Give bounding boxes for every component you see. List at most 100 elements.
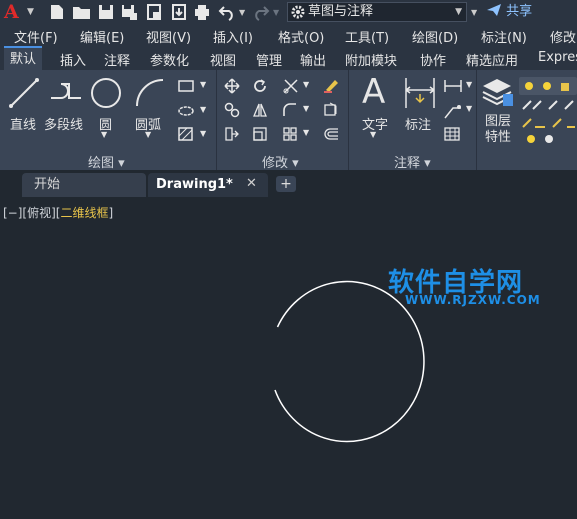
table-icon[interactable] — [443, 126, 461, 142]
tab-collaborate[interactable]: 协作 — [420, 50, 446, 69]
arc-entity — [274, 280, 425, 443]
share-label: 共享 — [506, 4, 533, 19]
tab-default[interactable]: 默认 — [4, 46, 43, 70]
tab-drawing1-label: Drawing1* — [156, 177, 233, 192]
tab-manage[interactable]: 管理 — [256, 50, 282, 69]
array-dropdown-icon[interactable]: ▼ — [303, 128, 309, 137]
draw-panel-title[interactable]: 绘图 ▾ — [88, 152, 125, 171]
plot-icon[interactable] — [193, 3, 211, 21]
layer-properties-icon[interactable] — [481, 76, 515, 108]
trim-dropdown-icon[interactable]: ▼ — [303, 80, 309, 89]
save-icon[interactable] — [97, 3, 115, 21]
polyline-label[interactable]: 多段线 — [44, 114, 83, 133]
rectangle-dropdown-icon[interactable]: ▼ — [200, 80, 206, 89]
tab-view[interactable]: 视图 — [210, 50, 236, 69]
arc-dropdown-icon[interactable]: ▼ — [145, 130, 151, 139]
send-icon — [487, 4, 501, 16]
linear-dimension-icon[interactable] — [443, 78, 463, 94]
menu-tools[interactable]: 工具(T) — [345, 27, 389, 46]
web-open-icon[interactable] — [145, 3, 163, 21]
erase-icon[interactable] — [322, 76, 340, 94]
stretch-icon[interactable] — [224, 126, 240, 142]
undo-icon[interactable] — [218, 3, 236, 21]
arc-icon[interactable] — [133, 76, 167, 110]
linear-dimension-dropdown-icon[interactable]: ▼ — [466, 80, 472, 89]
close-icon[interactable]: ✕ — [246, 176, 257, 191]
menu-view[interactable]: 视图(V) — [146, 27, 191, 46]
circle-dropdown-icon[interactable]: ▼ — [101, 130, 107, 139]
visual-style-label[interactable]: 二维线框 — [60, 206, 108, 220]
panel-divider — [216, 70, 217, 170]
menu-file[interactable]: 文件(F) — [14, 27, 58, 46]
layer-tools-icon[interactable] — [519, 75, 577, 147]
menu-bar: 文件(F) 编辑(E) 视图(V) 插入(I) 格式(O) 工具(T) 绘图(D… — [0, 24, 577, 46]
open-file-icon[interactable] — [72, 3, 92, 21]
hatch-icon[interactable] — [177, 126, 195, 142]
text-icon[interactable]: A — [362, 72, 385, 112]
tab-start[interactable]: 开始 — [22, 173, 146, 197]
menu-format[interactable]: 格式(O) — [278, 27, 324, 46]
ellipse-icon[interactable] — [177, 103, 195, 119]
ellipse-dropdown-icon[interactable]: ▼ — [200, 105, 206, 114]
tab-annotate[interactable]: 注释 — [104, 50, 130, 69]
new-tab-button[interactable]: + — [276, 176, 296, 192]
line-label[interactable]: 直线 — [10, 114, 36, 133]
ribbon-tabs: 默认 插入 注释 参数化 视图 管理 输出 附加模块 协作 精选应用 Expre… — [0, 46, 577, 70]
app-logo[interactable]: A — [4, 1, 26, 23]
web-save-icon[interactable] — [170, 3, 188, 21]
circle-icon[interactable] — [89, 76, 123, 110]
quick-access-toolbar: A ▼ ▼ ▼ 草图与注释 ▼ ▼ 共享 — [0, 0, 577, 24]
move-icon[interactable] — [224, 78, 240, 94]
tab-output[interactable]: 输出 — [300, 50, 326, 69]
watermark-url: WWW.RJZXW.COM — [405, 293, 541, 307]
menu-insert[interactable]: 插入(I) — [213, 27, 253, 46]
tab-featured-apps[interactable]: 精选应用 — [466, 50, 518, 69]
share-button[interactable]: 共享 — [486, 2, 532, 22]
fillet-dropdown-icon[interactable]: ▼ — [303, 104, 309, 113]
hatch-dropdown-icon[interactable]: ▼ — [200, 129, 206, 138]
copy-icon[interactable] — [224, 102, 240, 118]
fillet-icon[interactable] — [282, 102, 298, 118]
layer-properties-label[interactable]: 图层特性 — [485, 114, 515, 146]
modify-panel-title[interactable]: 修改 ▾ — [262, 152, 299, 171]
leader-icon[interactable] — [443, 102, 463, 120]
polyline-icon[interactable] — [48, 80, 84, 106]
text-dropdown-icon[interactable]: ▼ — [370, 130, 376, 139]
tab-insert[interactable]: 插入 — [60, 50, 86, 69]
mirror-icon[interactable] — [252, 102, 268, 118]
rectangle-icon[interactable] — [177, 78, 195, 94]
rotate-icon[interactable] — [252, 78, 268, 94]
annotation-panel-title[interactable]: 注释 ▾ — [394, 152, 431, 171]
save-as-icon[interactable] — [120, 3, 138, 21]
app-menu-arrow-icon[interactable]: ▼ — [27, 7, 34, 25]
scale-icon[interactable] — [252, 126, 268, 142]
new-file-icon[interactable] — [48, 3, 66, 21]
drawing-canvas[interactable] — [0, 197, 577, 519]
menu-edit[interactable]: 编辑(E) — [80, 27, 124, 46]
offset-icon[interactable] — [322, 126, 340, 142]
tab-addins[interactable]: 附加模块 — [345, 50, 397, 69]
dimension-label[interactable]: 标注 — [405, 114, 431, 133]
viewport-view-label[interactable]: [−][俯视][ — [3, 206, 60, 220]
dimension-icon[interactable] — [402, 76, 438, 110]
leader-dropdown-icon[interactable]: ▼ — [466, 104, 472, 113]
tab-express[interactable]: Express — [538, 50, 577, 65]
explode-icon[interactable] — [322, 102, 340, 118]
menu-modify[interactable]: 修改 — [550, 27, 576, 46]
tab-parametric[interactable]: 参数化 — [150, 50, 189, 69]
workspace-selector[interactable]: 草图与注释 ▼ — [287, 2, 467, 22]
chevron-down-icon: ▼ — [455, 7, 462, 17]
gear-icon — [291, 5, 305, 19]
array-icon[interactable] — [282, 126, 298, 142]
viewport-suffix: ] — [108, 206, 114, 220]
redo-icon[interactable] — [252, 3, 270, 21]
viewport-controls[interactable]: [−][俯视][二维线框] — [3, 204, 113, 221]
panel-divider — [348, 70, 349, 170]
menu-dimension[interactable]: 标注(N) — [481, 27, 527, 46]
trim-icon[interactable] — [282, 77, 300, 95]
workspace-label: 草图与注释 — [308, 4, 374, 19]
ribbon-panel: 直线 多段线 圆 ▼ 圆弧 ▼ ▼ ▼ ▼ ▼ ▼ ▼ A 文字 ▼ 标注 ▼ … — [0, 70, 577, 171]
menu-draw[interactable]: 绘图(D) — [412, 27, 458, 46]
panel-divider — [476, 70, 477, 170]
line-icon[interactable] — [8, 76, 40, 110]
